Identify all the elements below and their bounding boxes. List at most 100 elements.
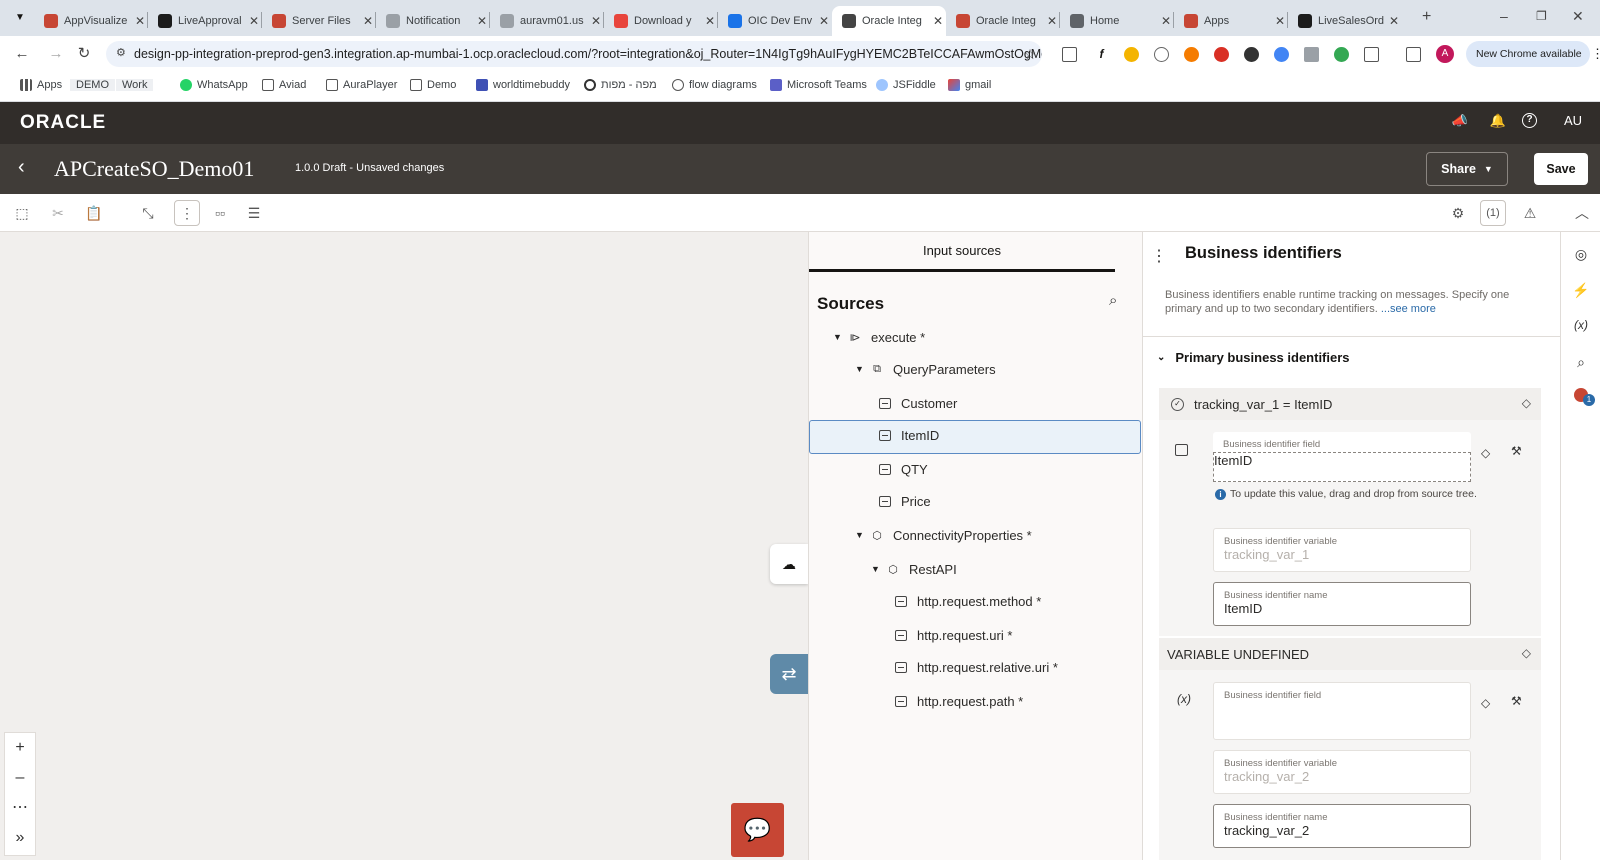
help-icon[interactable]: ? [1522,113,1537,128]
tab-close-icon[interactable]: ✕ [360,14,376,28]
minimize-icon[interactable]: – [1500,8,1508,24]
tab-close-icon[interactable]: ✕ [588,14,604,28]
tree-node[interactable]: QTY [879,454,928,484]
transform-tools-icon[interactable]: ⚒ [1511,694,1522,708]
browser-tab[interactable]: auravm01.us ✕ [490,6,604,36]
bookmark-demo-folder[interactable]: DEMO [70,79,115,91]
url-bar[interactable]: ⚙ design-pp-integration-preprod-gen3.int… [106,41,1042,67]
panel-menu-icon[interactable]: ⋮ [1151,246,1167,266]
vertical-layout-icon[interactable]: ⋮ [174,200,200,226]
zoom-out-icon[interactable]: – [5,763,35,793]
tab-close-icon[interactable]: ✕ [132,14,148,28]
notifications-bell-icon[interactable]: 🔔 [1488,113,1508,129]
bookmark-auraplayer[interactable]: AuraPlayer [326,79,397,91]
extension-icon-10[interactable] [1334,47,1349,62]
business-identifier-field[interactable]: Business identifier field ItemID [1213,432,1471,482]
tree-node[interactable]: ItemID [879,420,939,450]
bookmark-jsfiddle[interactable]: JSFiddle [876,79,936,91]
reload-icon[interactable]: ↻ [74,44,94,64]
select-icon[interactable]: ⬚ [12,203,32,223]
field-drop-target[interactable]: ItemID [1213,452,1471,482]
tree-node[interactable]: http.request.path * [895,686,1023,716]
cut-icon[interactable]: ✂ [48,203,68,223]
clear-field-eraser-icon[interactable]: ◇ [1481,446,1490,460]
browser-tab[interactable]: Oracle Integ ✕ [832,6,946,36]
bookmark-whatsapp[interactable]: WhatsApp [180,79,248,91]
caret-down-icon[interactable]: ▼ [833,332,847,342]
tab-input-sources[interactable]: Input sources [809,232,1115,272]
caret-down-icon[interactable]: ▼ [855,530,869,540]
transform-tools-icon[interactable]: ⚒ [1511,444,1522,458]
search-icon[interactable]: ⌕ [1561,354,1600,371]
tree-node[interactable]: http.request.relative.uri * [895,652,1058,682]
tab-close-icon[interactable]: ✕ [246,14,262,28]
horizontal-layout-icon[interactable]: ▫▫ [210,203,230,223]
cloud-settings-button[interactable]: ☁ [770,544,808,584]
collapse-icon[interactable]: ⤡ [138,203,158,223]
pseudo-view-icon[interactable]: ☰ [244,203,264,223]
mapper-toggle-button[interactable]: ⇄ [770,654,808,694]
caret-down-icon[interactable]: ▼ [855,364,869,374]
tree-node[interactable]: ▼ ⧐ execute * [833,322,925,352]
browser-tab[interactable]: Notification ✕ [376,6,490,36]
bookmark-flow-diagrams[interactable]: flow diagrams [672,79,757,91]
extension-icon-6[interactable] [1214,47,1229,62]
business-identifier-name-input[interactable]: Business identifier name tracking_var_2 [1213,804,1471,848]
tree-node[interactable]: Price [879,486,931,516]
browser-tab[interactable]: LiveApproval ✕ [148,6,262,36]
extension-icon-4[interactable] [1154,47,1169,62]
side-panel-icon[interactable] [1406,47,1421,62]
forward-icon[interactable]: → [46,44,66,64]
tab-close-icon[interactable]: ✕ [1158,14,1174,28]
lightning-icon[interactable]: ⚡ [1561,282,1600,299]
extension-icon-8[interactable] [1274,47,1289,62]
extension-icon-3[interactable] [1124,47,1139,62]
extension-icon-5[interactable] [1184,47,1199,62]
chrome-menu-icon[interactable]: ⋮ [1591,46,1600,62]
tree-node[interactable]: http.request.method * [895,586,1041,616]
zoom-in-icon[interactable]: + [5,733,35,763]
bookmark-star-icon[interactable]: ☆ [1020,44,1040,64]
tree-node[interactable]: ▼ ⬡ RestAPI [871,554,957,584]
user-initials[interactable]: AU [1560,113,1586,128]
clear-field-eraser-icon[interactable]: ◇ [1481,696,1490,710]
search-icon[interactable]: ⌕ [1109,292,1117,309]
browser-tab[interactable]: AppVisualize ✕ [34,6,148,36]
tab-search-icon[interactable]: ▼ [12,10,28,26]
paste-icon[interactable]: 📋 [84,203,104,223]
browser-tab[interactable]: LiveSalesOrd ✕ [1288,6,1402,36]
extension-icon-9[interactable] [1304,47,1319,62]
clear-eraser-icon[interactable]: ◇ [1522,396,1531,410]
bookmark-apps[interactable]: Apps [20,79,62,91]
target-icon[interactable]: ◎ [1561,246,1600,263]
restore-icon[interactable]: ❐ [1536,9,1547,23]
expand-icon[interactable]: » [5,823,35,853]
tree-node[interactable]: Customer [879,388,957,418]
tab-close-icon[interactable]: ✕ [702,14,718,28]
close-window-icon[interactable]: ✕ [1572,8,1584,25]
screenshot-extension-icon[interactable] [1062,47,1077,62]
caret-down-icon[interactable]: ▼ [871,564,885,574]
warning-icon[interactable]: ⚠ [1520,203,1540,223]
browser-tab[interactable]: Download y ✕ [604,6,718,36]
back-chevron-icon[interactable]: ‹ [18,156,25,179]
browser-tab[interactable]: Server Files ✕ [262,6,376,36]
back-icon[interactable]: ← [12,44,32,64]
tab-close-icon[interactable]: ✕ [1044,14,1060,28]
bookmark-maps-hebrew[interactable]: מפה - מפות [584,79,657,91]
bookmark-worldtimebuddy[interactable]: worldtimebuddy [476,79,570,91]
formula-extension-icon[interactable]: f [1094,47,1109,62]
save-button[interactable]: Save [1534,153,1588,185]
browser-tab[interactable]: Apps ✕ [1174,6,1288,36]
bookmark-microsoft-teams[interactable]: Microsoft Teams [770,79,867,91]
browser-tab[interactable]: Home ✕ [1060,6,1174,36]
bookmark-demo[interactable]: Demo [410,79,456,91]
variables-x-icon[interactable]: (x) [1561,318,1600,332]
tree-node[interactable]: ▼ ⧉ QueryParameters [855,354,996,384]
primary-section-header[interactable]: ⌄ Primary business identifiers [1157,350,1350,365]
bookmark-work-folder[interactable]: Work [116,79,154,91]
secondary-identifier-header[interactable]: VARIABLE UNDEFINED ◇ [1159,638,1541,670]
browser-tab[interactable]: Oracle Integ ✕ [946,6,1060,36]
see-more-link[interactable]: ...see more [1381,303,1436,315]
integration-canvas[interactable]: + – ⋯ » ☁ ⇄ 💬 [0,232,808,860]
